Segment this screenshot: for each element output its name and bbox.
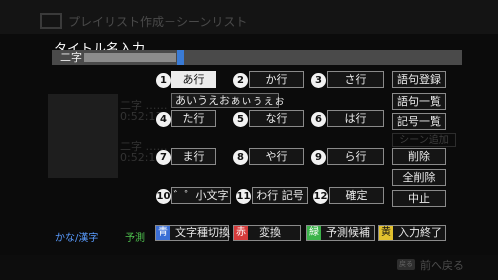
green-key-icon: 緑 <box>307 226 321 240</box>
green-button-label: 予測候補 <box>326 226 370 239</box>
input-mode-label: かな/漢字 <box>55 233 99 244</box>
key-ka-row[interactable]: か行 <box>249 71 304 88</box>
key-confirm[interactable]: 確定 <box>329 187 384 204</box>
yellow-finish-input-button[interactable]: 黄入力終了 <box>378 225 446 241</box>
key-sa-row[interactable]: さ行 <box>327 71 384 88</box>
key-ha-row[interactable]: は行 <box>327 110 384 127</box>
blue-switch-char-type-button[interactable]: 青文字種切換 <box>155 225 230 241</box>
key-number-badge: 2 <box>233 73 248 88</box>
key-dakuten-small[interactable]: ゛゜小文字 <box>171 187 231 204</box>
key-number-badge: 12 <box>313 189 328 204</box>
phrase-list-button[interactable]: 語句一覧 <box>392 93 446 110</box>
phrase-register-button[interactable]: 語句登録 <box>392 71 446 88</box>
red-convert-button[interactable]: 赤変換 <box>233 225 301 241</box>
key-ta-row[interactable]: た行 <box>171 110 216 127</box>
blue-button-label: 文字種切換 <box>175 226 230 239</box>
key-ra-row[interactable]: ら行 <box>327 148 384 165</box>
title-input-value: 二字 <box>60 51 82 64</box>
key-number-badge: 11 <box>236 189 251 204</box>
candidate-characters: あいうえおぁぃぅぇぉ <box>171 93 285 108</box>
key-number-badge: 4 <box>156 112 171 127</box>
background-add-scene-button: シーン追加 <box>392 133 456 147</box>
key-na-row[interactable]: な行 <box>249 110 304 127</box>
return-button-badge: 戻る <box>397 259 415 270</box>
key-ma-row[interactable]: ま行 <box>171 148 216 165</box>
key-a-row[interactable]: あ行 <box>171 71 216 88</box>
blue-key-icon: 青 <box>156 226 170 240</box>
key-number-badge: 6 <box>311 112 326 127</box>
key-number-badge: 3 <box>311 73 326 88</box>
delete-button[interactable]: 削除 <box>392 148 446 165</box>
background-thumbnail <box>48 94 118 178</box>
delete-all-button[interactable]: 全削除 <box>392 169 446 186</box>
title-input-obscured-text <box>84 53 176 62</box>
symbol-list-button[interactable]: 記号一覧 <box>392 113 446 130</box>
cancel-button[interactable]: 中止 <box>392 190 446 207</box>
key-number-badge: 9 <box>311 150 326 165</box>
key-number-badge: 7 <box>156 150 171 165</box>
prediction-mode-label: 予測 <box>125 233 145 244</box>
key-number-badge: 1 <box>156 73 171 88</box>
key-number-badge: 5 <box>233 112 248 127</box>
key-ya-row[interactable]: や行 <box>249 148 304 165</box>
film-icon <box>40 13 62 29</box>
red-button-label: 変換 <box>259 226 281 239</box>
return-label: 前へ戻る <box>420 259 464 272</box>
key-wa-row-symbols[interactable]: わ行 記号 <box>252 187 308 204</box>
green-prediction-candidates-button[interactable]: 緑予測候補 <box>306 225 375 241</box>
key-number-badge: 10 <box>156 189 171 204</box>
red-key-icon: 赤 <box>234 226 248 240</box>
key-number-badge: 8 <box>233 150 248 165</box>
text-cursor <box>177 50 184 65</box>
yellow-button-label: 入力終了 <box>398 226 442 239</box>
background-screen-title: プレイリスト作成－シーンリスト <box>68 15 248 29</box>
yellow-key-icon: 黄 <box>379 226 393 240</box>
